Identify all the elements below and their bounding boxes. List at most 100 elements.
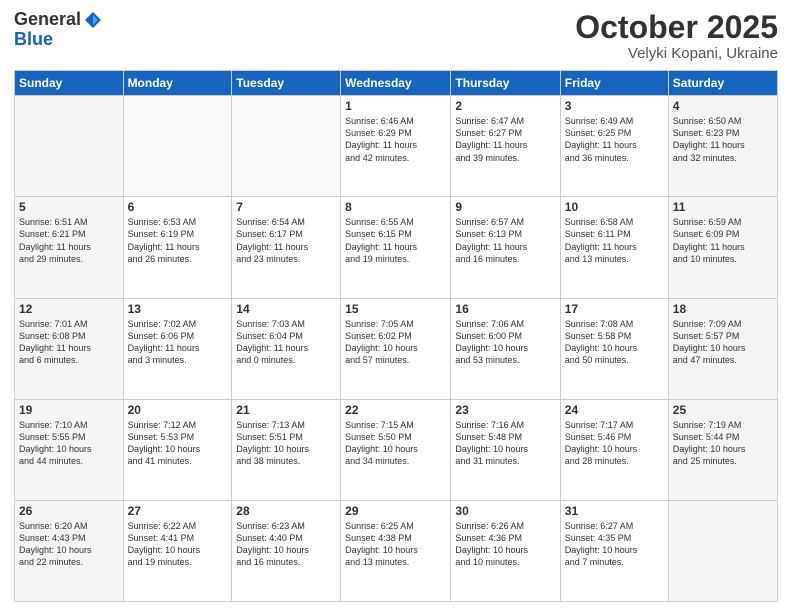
table-row: 18 Sunrise: 7:09 AM Sunset: 5:57 PM Dayli…	[668, 298, 777, 399]
day-number: 25	[673, 403, 773, 417]
day-info: Sunrise: 7:19 AM Sunset: 5:44 PM Dayligh…	[673, 419, 773, 468]
day-number: 27	[128, 504, 228, 518]
day-number: 31	[565, 504, 664, 518]
day-info: Sunrise: 6:51 AM Sunset: 6:21 PM Dayligh…	[19, 216, 119, 265]
day-info: Sunrise: 7:02 AM Sunset: 6:06 PM Dayligh…	[128, 318, 228, 367]
day-number: 19	[19, 403, 119, 417]
table-row	[668, 500, 777, 601]
table-row: 3 Sunrise: 6:49 AM Sunset: 6:25 PM Daylig…	[560, 96, 668, 197]
table-row: 2Sunrise: 6:47 AM Sunset: 6:27 PM Daylig…	[451, 96, 560, 197]
day-number: 12	[19, 302, 119, 316]
table-row: 25 Sunrise: 7:19 AM Sunset: 5:44 PM Dayli…	[668, 399, 777, 500]
table-row: 30 Sunrise: 6:26 AM Sunset: 4:36 PM Dayli…	[451, 500, 560, 601]
table-row: 21Sunrise: 7:13 AM Sunset: 5:51 PM Dayli…	[232, 399, 341, 500]
col-sunday: Sunday	[15, 71, 124, 96]
table-row: 15 Sunrise: 7:05 AM Sunset: 6:02 PM Dayli…	[341, 298, 451, 399]
table-row: 23 Sunrise: 7:16 AM Sunset: 5:48 PM Dayli…	[451, 399, 560, 500]
day-info: Sunrise: 6:23 AM Sunset: 4:40 PM Dayligh…	[236, 520, 336, 569]
calendar-header-row: Sunday Monday Tuesday Wednesday Thursday…	[15, 71, 778, 96]
col-wednesday: Wednesday	[341, 71, 451, 96]
table-row: 7Sunrise: 6:54 AM Sunset: 6:17 PM Daylig…	[232, 197, 341, 298]
day-number: 18	[673, 302, 773, 316]
table-row: 17Sunrise: 7:08 AM Sunset: 5:58 PM Dayli…	[560, 298, 668, 399]
day-info: Sunrise: 6:22 AM Sunset: 4:41 PM Dayligh…	[128, 520, 228, 569]
day-number: 28	[236, 504, 336, 518]
day-info: Sunrise: 6:59 AM Sunset: 6:09 PM Dayligh…	[673, 216, 773, 265]
day-info: Sunrise: 6:20 AM Sunset: 4:43 PM Dayligh…	[19, 520, 119, 569]
day-number: 13	[128, 302, 228, 316]
day-info: Sunrise: 6:46 AM Sunset: 6:29 PM Dayligh…	[345, 115, 446, 164]
day-number: 21	[236, 403, 336, 417]
day-number: 23	[455, 403, 555, 417]
day-number: 14	[236, 302, 336, 316]
calendar-week-row: 1 Sunrise: 6:46 AM Sunset: 6:29 PM Daylig…	[15, 96, 778, 197]
day-info: Sunrise: 7:05 AM Sunset: 6:02 PM Dayligh…	[345, 318, 446, 367]
day-number: 30	[455, 504, 555, 518]
day-number: 3	[565, 99, 664, 113]
title-block: October 2025 Velyki Kopani, Ukraine	[575, 10, 778, 62]
table-row: 27 Sunrise: 6:22 AM Sunset: 4:41 PM Dayli…	[123, 500, 232, 601]
header: General Blue October 2025 Velyki Kopani,…	[14, 10, 778, 62]
day-info: Sunrise: 7:10 AM Sunset: 5:55 PM Dayligh…	[19, 419, 119, 468]
day-number: 26	[19, 504, 119, 518]
day-info: Sunrise: 6:49 AM Sunset: 6:25 PM Dayligh…	[565, 115, 664, 164]
table-row: 9Sunrise: 6:57 AM Sunset: 6:13 PM Daylig…	[451, 197, 560, 298]
day-info: Sunrise: 6:26 AM Sunset: 4:36 PM Dayligh…	[455, 520, 555, 569]
table-row: 5Sunrise: 6:51 AM Sunset: 6:21 PM Daylig…	[15, 197, 124, 298]
calendar-week-row: 12 Sunrise: 7:01 AM Sunset: 6:08 PM Dayli…	[15, 298, 778, 399]
day-info: Sunrise: 6:47 AM Sunset: 6:27 PM Dayligh…	[455, 115, 555, 164]
day-info: Sunrise: 6:53 AM Sunset: 6:19 PM Dayligh…	[128, 216, 228, 265]
day-number: 15	[345, 302, 446, 316]
table-row: 4 Sunrise: 6:50 AM Sunset: 6:23 PM Daylig…	[668, 96, 777, 197]
day-info: Sunrise: 7:16 AM Sunset: 5:48 PM Dayligh…	[455, 419, 555, 468]
table-row: 29Sunrise: 6:25 AM Sunset: 4:38 PM Dayli…	[341, 500, 451, 601]
col-saturday: Saturday	[668, 71, 777, 96]
col-thursday: Thursday	[451, 71, 560, 96]
day-number: 16	[455, 302, 555, 316]
table-row: 10Sunrise: 6:58 AM Sunset: 6:11 PM Dayli…	[560, 197, 668, 298]
calendar-week-row: 19 Sunrise: 7:10 AM Sunset: 5:55 PM Dayli…	[15, 399, 778, 500]
day-number: 17	[565, 302, 664, 316]
table-row: 20Sunrise: 7:12 AM Sunset: 5:53 PM Dayli…	[123, 399, 232, 500]
day-info: Sunrise: 6:27 AM Sunset: 4:35 PM Dayligh…	[565, 520, 664, 569]
col-tuesday: Tuesday	[232, 71, 341, 96]
day-number: 4	[673, 99, 773, 113]
day-number: 1	[345, 99, 446, 113]
day-info: Sunrise: 7:01 AM Sunset: 6:08 PM Dayligh…	[19, 318, 119, 367]
logo: General Blue	[14, 10, 103, 50]
day-info: Sunrise: 6:55 AM Sunset: 6:15 PM Dayligh…	[345, 216, 446, 265]
table-row: 11 Sunrise: 6:59 AM Sunset: 6:09 PM Dayli…	[668, 197, 777, 298]
day-info: Sunrise: 7:17 AM Sunset: 5:46 PM Dayligh…	[565, 419, 664, 468]
day-number: 24	[565, 403, 664, 417]
calendar-table: Sunday Monday Tuesday Wednesday Thursday…	[14, 70, 778, 602]
day-info: Sunrise: 7:15 AM Sunset: 5:50 PM Dayligh…	[345, 419, 446, 468]
logo-icon	[83, 10, 103, 30]
table-row: 24 Sunrise: 7:17 AM Sunset: 5:46 PM Dayli…	[560, 399, 668, 500]
table-row	[15, 96, 124, 197]
day-info: Sunrise: 7:06 AM Sunset: 6:00 PM Dayligh…	[455, 318, 555, 367]
day-info: Sunrise: 7:09 AM Sunset: 5:57 PM Dayligh…	[673, 318, 773, 367]
page: General Blue October 2025 Velyki Kopani,…	[0, 0, 792, 612]
table-row: 6 Sunrise: 6:53 AM Sunset: 6:19 PM Daylig…	[123, 197, 232, 298]
table-row: 19 Sunrise: 7:10 AM Sunset: 5:55 PM Dayli…	[15, 399, 124, 500]
table-row: 1 Sunrise: 6:46 AM Sunset: 6:29 PM Daylig…	[341, 96, 451, 197]
table-row	[232, 96, 341, 197]
day-number: 11	[673, 200, 773, 214]
table-row: 12 Sunrise: 7:01 AM Sunset: 6:08 PM Dayli…	[15, 298, 124, 399]
day-info: Sunrise: 6:50 AM Sunset: 6:23 PM Dayligh…	[673, 115, 773, 164]
table-row: 28 Sunrise: 6:23 AM Sunset: 4:40 PM Dayli…	[232, 500, 341, 601]
table-row: 13 Sunrise: 7:02 AM Sunset: 6:06 PM Dayli…	[123, 298, 232, 399]
day-number: 8	[345, 200, 446, 214]
day-number: 22	[345, 403, 446, 417]
location-title: Velyki Kopani, Ukraine	[575, 45, 778, 62]
table-row: 22 Sunrise: 7:15 AM Sunset: 5:50 PM Dayli…	[341, 399, 451, 500]
col-friday: Friday	[560, 71, 668, 96]
day-number: 9	[455, 200, 555, 214]
day-info: Sunrise: 7:03 AM Sunset: 6:04 PM Dayligh…	[236, 318, 336, 367]
day-info: Sunrise: 6:25 AM Sunset: 4:38 PM Dayligh…	[345, 520, 446, 569]
day-info: Sunrise: 6:58 AM Sunset: 6:11 PM Dayligh…	[565, 216, 664, 265]
month-title: October 2025	[575, 10, 778, 45]
day-number: 6	[128, 200, 228, 214]
table-row: 26 Sunrise: 6:20 AM Sunset: 4:43 PM Dayli…	[15, 500, 124, 601]
col-monday: Monday	[123, 71, 232, 96]
